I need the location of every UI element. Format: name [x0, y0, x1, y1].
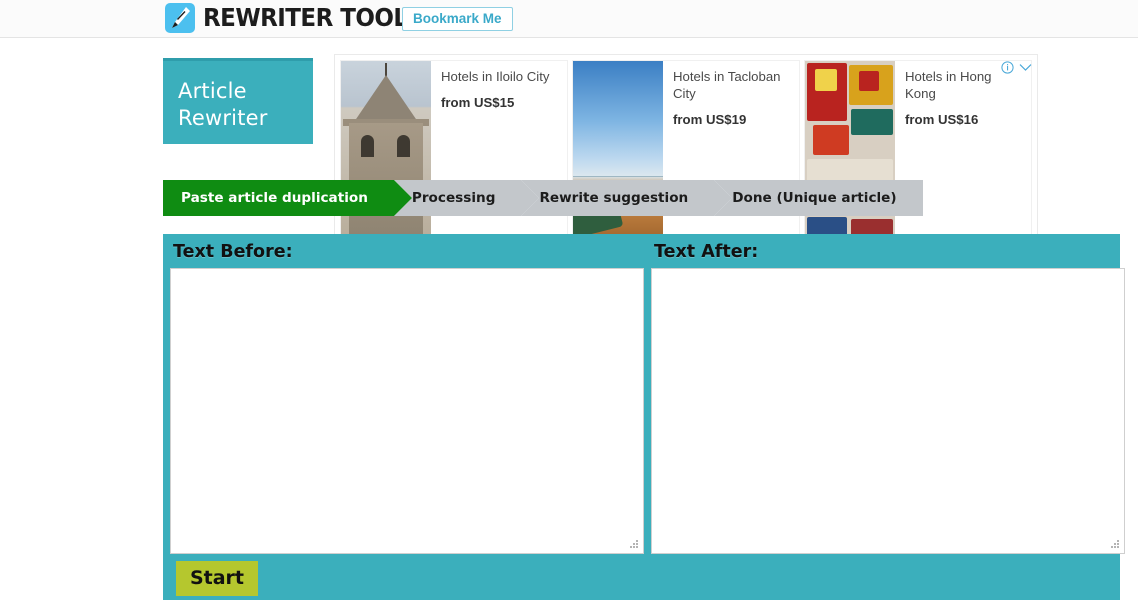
step-label: Processing: [411, 190, 496, 206]
progress-breadcrumb: Paste article duplication Processing Rew…: [163, 180, 923, 216]
page-title: Article Rewriter: [163, 58, 313, 144]
step-rewrite-suggestion[interactable]: Rewrite suggestion: [521, 180, 732, 216]
text-before-column: Text Before: Start: [169, 234, 647, 600]
ad-title: Hotels in Tacloban City: [673, 69, 781, 101]
editor-panel: Text Before: Start Text After:: [163, 234, 1125, 600]
ad-price: from US$15: [441, 95, 515, 110]
page-title-line2: Rewriter: [178, 106, 268, 130]
step-label: Rewrite suggestion: [539, 190, 689, 206]
step-paste-article-duplication[interactable]: Paste article duplication: [163, 180, 412, 216]
text-after-input[interactable]: [652, 269, 1124, 553]
pen-nib-icon: [165, 3, 195, 33]
chevron-down-icon[interactable]: [1019, 63, 1032, 72]
brand-name: REWRITER TOOLS: [203, 3, 424, 32]
adchoices-controls[interactable]: [1001, 61, 1032, 74]
text-after-label: Text After:: [654, 242, 759, 262]
step-label: Paste article duplication: [181, 190, 368, 206]
page-title-line1: Article: [178, 79, 247, 103]
step-label: Done (Unique article): [732, 190, 897, 206]
brand-logo[interactable]: REWRITER TOOLS: [165, 3, 443, 33]
text-before-input[interactable]: [171, 269, 643, 553]
ad-price: from US$19: [673, 112, 747, 127]
step-done-unique-article[interactable]: Done (Unique article): [714, 180, 923, 216]
ad-title: Hotels in Iloilo City: [441, 69, 550, 84]
site-header: REWRITER TOOLS Bookmark Me: [0, 0, 1138, 38]
info-circle-icon[interactable]: [1001, 61, 1014, 74]
start-button[interactable]: Start: [176, 561, 258, 596]
text-after-column: Text After:: [650, 234, 1128, 600]
text-after-box: [651, 268, 1125, 554]
text-before-label: Text Before:: [173, 242, 293, 262]
ad-price: from US$16: [905, 112, 979, 127]
bookmark-me-button[interactable]: Bookmark Me: [402, 7, 513, 31]
step-processing[interactable]: Processing: [393, 180, 539, 216]
text-before-box: [170, 268, 644, 554]
